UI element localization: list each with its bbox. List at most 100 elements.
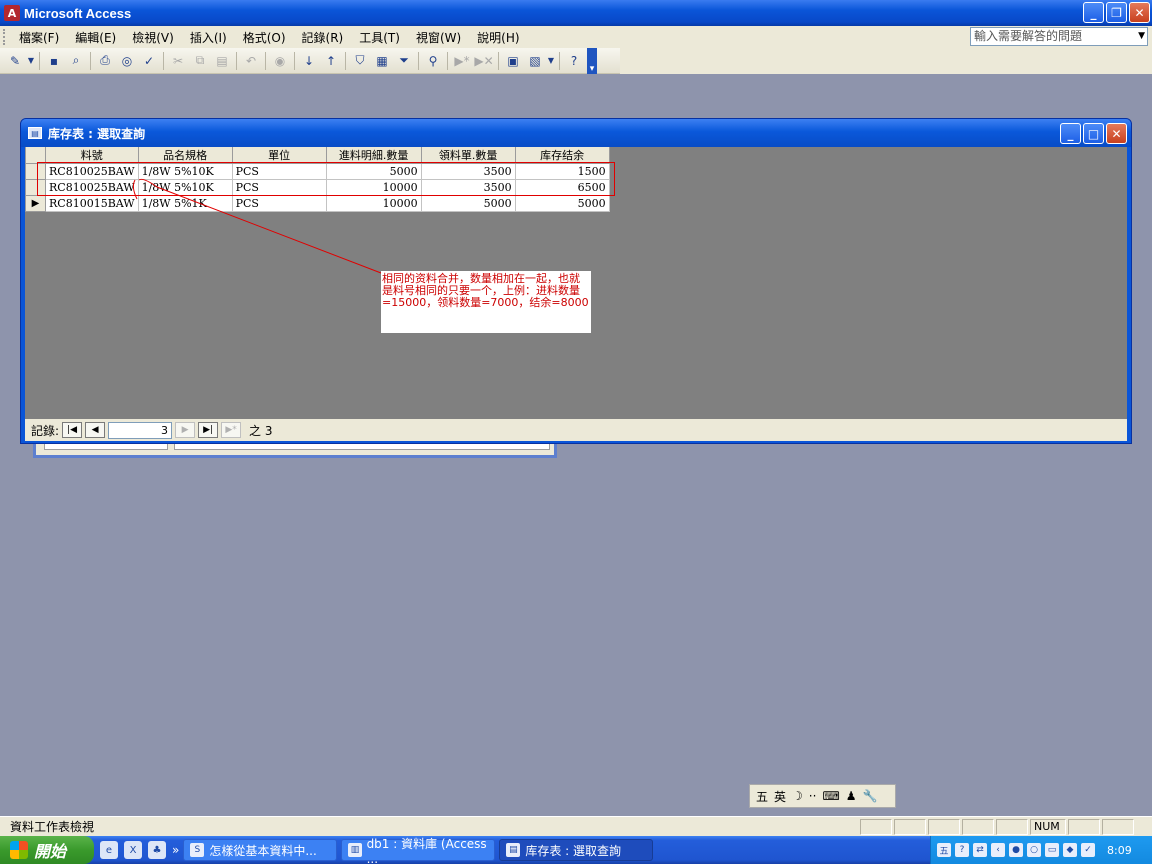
menu-format[interactable]: 格式(O) bbox=[235, 29, 294, 46]
database-window-icon[interactable]: ▣ bbox=[503, 51, 523, 71]
green-circle-icon[interactable]: ○ bbox=[1027, 843, 1041, 857]
table-cell[interactable]: RC810025BAW bbox=[45, 179, 139, 196]
table-row[interactable]: ▶ RC810015BAW 1/8W 5%1K PCS 10000 5000 5… bbox=[25, 195, 610, 212]
ime-tray-icon[interactable]: 五 bbox=[937, 843, 951, 857]
ime-user-icon[interactable]: ♟ bbox=[846, 789, 857, 803]
ime-settings-icon[interactable]: 🔧 bbox=[863, 789, 878, 803]
copy-icon[interactable]: ⧉ bbox=[190, 51, 210, 71]
column-header[interactable]: 領料單.數量 bbox=[420, 147, 516, 164]
table-cell[interactable]: 1/8W 5%10K bbox=[138, 179, 233, 196]
table-cell[interactable]: RC810025BAW bbox=[45, 163, 139, 180]
table-cell[interactable]: RC810015BAW bbox=[45, 195, 139, 212]
network-icon[interactable]: ⇄ bbox=[973, 843, 987, 857]
previous-record-button[interactable]: ◀ bbox=[85, 422, 106, 438]
chevron-left-icon[interactable]: ‹ bbox=[991, 843, 1005, 857]
table-cell[interactable]: PCS bbox=[232, 195, 327, 212]
help-search-input[interactable]: 輸入需要解答的問題 ▼ bbox=[970, 27, 1148, 46]
table-cell[interactable]: 3500 bbox=[421, 163, 516, 180]
table-cell[interactable]: 6500 bbox=[515, 179, 610, 196]
ie-icon[interactable]: e bbox=[100, 841, 118, 859]
start-button[interactable]: 開始 bbox=[0, 836, 94, 864]
ime-halfwidth-icon[interactable]: ☽ bbox=[792, 789, 803, 803]
excel-icon[interactable]: X bbox=[124, 841, 142, 859]
ime-mode-icon[interactable]: 五 bbox=[756, 788, 768, 805]
help-icon[interactable]: ? bbox=[564, 51, 584, 71]
access-app-icon[interactable]: A bbox=[4, 5, 20, 21]
paste-icon[interactable]: ▤ bbox=[212, 51, 232, 71]
record-selector[interactable] bbox=[25, 163, 46, 180]
menu-insert[interactable]: 插入(I) bbox=[182, 29, 235, 46]
menu-help[interactable]: 說明(H) bbox=[469, 29, 527, 46]
antivirus-icon[interactable]: ◆ bbox=[1063, 843, 1077, 857]
record-selector[interactable] bbox=[25, 179, 46, 196]
query-window-titlebar[interactable]: ▤ 库存表 : 選取查詢 _ □ ✕ bbox=[21, 119, 1131, 147]
menu-tools[interactable]: 工具(T) bbox=[351, 29, 408, 46]
new-record-icon[interactable]: ▶* bbox=[452, 51, 472, 71]
column-header[interactable]: 库存结余 bbox=[514, 147, 610, 164]
sort-descending-icon[interactable]: ↑ bbox=[321, 51, 341, 71]
messenger-icon[interactable]: ♣ bbox=[148, 841, 166, 859]
hyperlink-icon[interactable]: ◉ bbox=[270, 51, 290, 71]
spelling-icon[interactable]: ✓ bbox=[139, 51, 159, 71]
column-header[interactable]: 品名規格 bbox=[137, 147, 233, 164]
table-cell[interactable]: 5000 bbox=[515, 195, 610, 212]
minimize-icon[interactable]: _ bbox=[1083, 2, 1104, 23]
search-file-icon[interactable]: ⌕ bbox=[66, 51, 86, 71]
restore-icon[interactable]: ❐ bbox=[1106, 2, 1127, 23]
ime-keyboard-icon[interactable]: ⌨ bbox=[822, 789, 839, 803]
table-row[interactable]: RC810025BAW 1/8W 5%10K PCS 10000 3500 65… bbox=[25, 179, 610, 196]
new-object-icon[interactable]: ▧ bbox=[525, 51, 545, 71]
menubar-grip[interactable] bbox=[3, 29, 11, 45]
task-query-window[interactable]: ▤ 库存表 : 選取查詢 bbox=[499, 839, 654, 861]
delete-record-icon[interactable]: ▶✕ bbox=[474, 51, 494, 71]
table-cell[interactable]: PCS bbox=[232, 179, 327, 196]
column-header[interactable]: 進料明細.數量 bbox=[325, 147, 422, 164]
new-record-button[interactable]: ▶* bbox=[221, 422, 242, 438]
next-record-button[interactable]: ▶ bbox=[175, 422, 196, 438]
task-browser[interactable]: S 怎樣從基本資料中... bbox=[183, 839, 338, 861]
task-database[interactable]: ▥ db1 : 資料庫 (Access ... bbox=[341, 837, 496, 864]
table-cell[interactable]: PCS bbox=[232, 163, 327, 180]
table-cell[interactable]: 1/8W 5%1K bbox=[138, 195, 233, 212]
table-cell[interactable]: 3500 bbox=[421, 179, 516, 196]
current-record-pointer-icon[interactable]: ▶ bbox=[25, 195, 46, 212]
table-cell[interactable]: 5000 bbox=[326, 163, 422, 180]
column-header[interactable]: 料號 bbox=[45, 147, 139, 164]
undo-icon[interactable]: ↶ bbox=[241, 51, 261, 71]
view-design-icon[interactable]: ✎ bbox=[5, 51, 25, 71]
table-cell[interactable]: 5000 bbox=[421, 195, 516, 212]
menu-records[interactable]: 記錄(R) bbox=[294, 29, 352, 46]
menu-file[interactable]: 檔案(F) bbox=[11, 29, 67, 46]
help-tray-icon[interactable]: ? bbox=[955, 843, 969, 857]
close-icon[interactable]: ✕ bbox=[1129, 2, 1150, 23]
menu-view[interactable]: 檢視(V) bbox=[124, 29, 182, 46]
ime-punctuation-icon[interactable]: ·· bbox=[809, 789, 817, 803]
chevron-down-icon[interactable]: ▼ bbox=[1138, 28, 1145, 45]
toolbar-options-icon[interactable]: ▾ bbox=[587, 47, 597, 74]
first-record-button[interactable]: |◀ bbox=[62, 422, 83, 438]
ime-english-toggle[interactable]: 英 bbox=[774, 788, 786, 805]
print-preview-icon[interactable]: ◎ bbox=[117, 51, 137, 71]
sort-ascending-icon[interactable]: ↓ bbox=[299, 51, 319, 71]
print-icon[interactable]: ⎙ bbox=[95, 51, 115, 71]
table-cell[interactable]: 1500 bbox=[515, 163, 610, 180]
chevron-down-icon[interactable]: ▼ bbox=[27, 51, 35, 71]
find-icon[interactable]: ⚲ bbox=[423, 51, 443, 71]
table-cell[interactable]: 10000 bbox=[326, 179, 422, 196]
menu-edit[interactable]: 編輯(E) bbox=[67, 29, 124, 46]
security-shield-icon[interactable]: ✓ bbox=[1081, 843, 1095, 857]
cut-icon[interactable]: ✂ bbox=[168, 51, 188, 71]
save-icon[interactable]: ▪ bbox=[44, 51, 64, 71]
table-row[interactable]: RC810025BAW 1/8W 5%10K PCS 5000 3500 150… bbox=[25, 163, 610, 180]
select-all-corner[interactable] bbox=[25, 147, 46, 164]
query-icon[interactable]: ▤ bbox=[28, 127, 42, 139]
minimize-icon[interactable]: _ bbox=[1060, 123, 1081, 144]
record-number-input[interactable]: 3 bbox=[108, 421, 173, 439]
chevron-down-icon[interactable]: ▼ bbox=[547, 51, 555, 71]
apply-filter-icon[interactable]: ⏷ bbox=[394, 51, 414, 71]
table-cell[interactable]: 1/8W 5%10K bbox=[138, 163, 233, 180]
close-icon[interactable]: ✕ bbox=[1106, 123, 1127, 144]
maximize-icon[interactable]: □ bbox=[1083, 123, 1104, 144]
filter-by-selection-icon[interactable]: ⛉ bbox=[350, 51, 370, 71]
monitor-icon[interactable]: ▭ bbox=[1045, 843, 1059, 857]
